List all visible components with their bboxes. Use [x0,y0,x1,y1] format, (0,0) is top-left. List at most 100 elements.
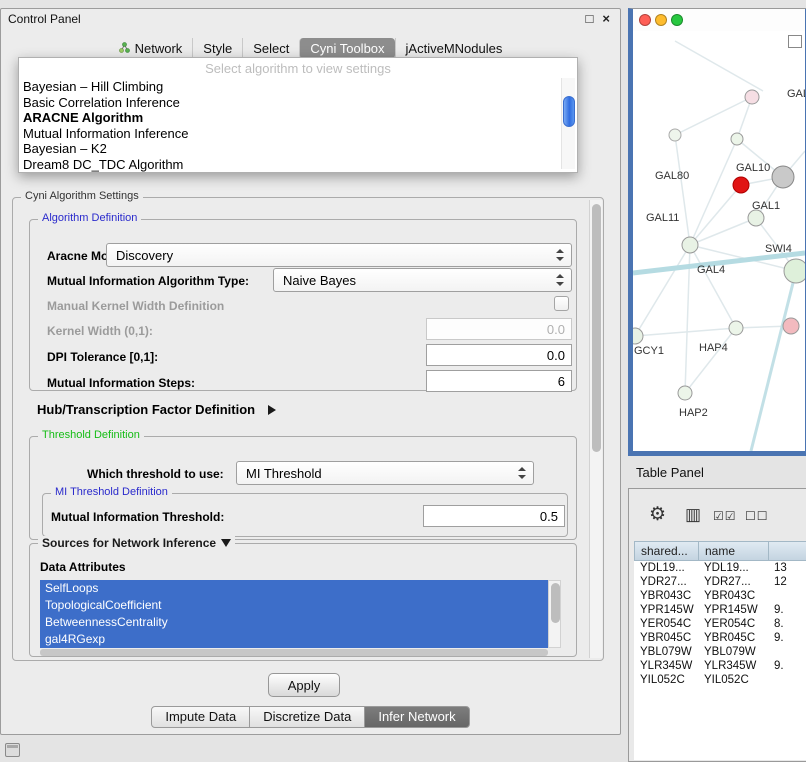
float-window-icon[interactable]: □ [586,11,594,26]
network-window-titlebar[interactable] [633,9,805,31]
top-tab-bar: NetworkStyleSelectCyni Toolbox jActiveMNo… [1,37,620,59]
network-node-label: GAL11 [646,212,679,224]
table-row[interactable]: YDL19...YDL19...13 [634,561,806,575]
kernel-width-field[interactable]: 0.0 [426,318,572,340]
algorithm-option-aracne-algorithm[interactable]: ARACNE Algorithm [23,110,557,126]
settings-scrollbar[interactable] [589,200,602,658]
network-node[interactable] [748,210,764,226]
network-canvas[interactable]: GAL80GAL10GAL11GAL1SWI4GAL4GCY1HAP4HAP2G… [633,31,805,451]
network-node[interactable] [633,328,643,344]
aracne-mode-combobox[interactable]: Discovery [106,243,572,267]
algorithm-option-mutual-information-inference[interactable]: Mutual Information Inference [23,126,557,142]
table-cell: 9. [768,603,806,617]
select-all-rows-icon[interactable]: ☑☑ [713,509,737,523]
mi-threshold-label: Mutual Information Threshold: [51,510,224,524]
table-cell: YER054C [634,617,698,631]
data-attribute-item-betweennesscentrality[interactable]: BetweennessCentrality [40,614,548,631]
network-node[interactable] [783,318,799,334]
table-header-shared[interactable]: shared... [635,542,699,560]
bottom-tab-infer-network[interactable]: Infer Network [364,706,469,728]
tab-cyni-toolbox[interactable]: Cyni Toolbox [299,38,394,59]
popup-scrollbar[interactable] [561,78,575,169]
algorithm-option-bayesian-k2[interactable]: Bayesian – K2 [23,141,557,157]
network-node[interactable] [745,90,759,104]
which-threshold-label: Which threshold to use: [87,467,224,481]
table-header-col2[interactable] [769,542,806,560]
close-icon[interactable]: × [602,11,610,26]
table-panel-title: Table Panel [628,461,806,485]
bottom-tab-impute-data[interactable]: Impute Data [151,706,250,728]
table-row[interactable]: YBR045CYBR045C9. [634,631,806,645]
which-threshold-combobox[interactable]: MI Threshold [236,461,534,485]
attributes-horizontal-scrollbar[interactable] [40,649,548,656]
network-node-label: HAP2 [679,407,708,419]
tab-label: jActiveMNodules [406,41,503,56]
bottom-tab-bar: Impute DataDiscretize DataInfer Network [1,706,620,728]
table-row[interactable]: YIL052CYIL052C [634,673,806,687]
network-node[interactable] [682,237,698,253]
network-node[interactable] [678,386,692,400]
birdseye-view-box[interactable] [788,35,802,48]
attributes-list-scrollbar[interactable] [548,580,561,648]
table-row[interactable]: YLR345WYLR345W9. [634,659,806,673]
network-canvas-holder[interactable]: GAL80GAL10GAL11GAL1SWI4GAL4GCY1HAP4HAP2G… [633,31,805,451]
tab-jactivemnodules[interactable]: jActiveMNodules [395,38,513,59]
traffic-lights [639,14,683,26]
deselect-all-rows-icon[interactable]: ☐☐ [745,509,769,523]
bottom-tab-discretize-data[interactable]: Discretize Data [249,706,365,728]
data-attributes-list[interactable]: SelfLoopsTopologicalCoefficientBetweenne… [40,580,548,648]
settings-scrollbar-thumb[interactable] [592,204,601,452]
network-node[interactable] [772,166,794,188]
table-cell: YDL19... [698,561,768,575]
columns-icon[interactable]: ▥ [685,505,701,525]
table-cell: YDL19... [634,561,698,575]
panel-restore-icon[interactable] [5,743,20,757]
dpi-tolerance-field[interactable]: 0.0 [426,344,572,366]
sources-legend[interactable]: Sources for Network Inference [38,536,235,550]
popup-scrollbar-thumb[interactable] [563,96,575,127]
network-node[interactable] [733,177,749,193]
algorithm-option-bayesian-hill-climbing[interactable]: Bayesian – Hill Climbing [23,79,557,95]
combo-arrows-icon [556,249,565,261]
network-node-label: HAP4 [699,342,728,354]
tab-select[interactable]: Select [242,38,299,59]
hub-definition-toggle[interactable]: Hub/Transcription Factor Definition [37,401,276,419]
data-attribute-item-selfloops[interactable]: SelfLoops [40,580,548,597]
manual-kernel-checkbox[interactable] [554,296,569,311]
close-light-icon[interactable] [639,14,651,26]
zoom-light-icon[interactable] [671,14,683,26]
algorithm-option-basic-correlation-inference[interactable]: Basic Correlation Inference [23,95,557,111]
table-row[interactable]: YDR27...YDR27...12 [634,575,806,589]
network-node[interactable] [731,133,743,145]
sources-legend-text: Sources for Network Inference [42,536,216,550]
network-node[interactable] [729,321,743,335]
data-attribute-item-gal4rgexp[interactable]: gal4RGexp [40,631,548,648]
network-edge [685,328,736,393]
apply-button[interactable]: Apply [268,673,340,697]
minimize-light-icon[interactable] [655,14,667,26]
table-row[interactable]: YBL079WYBL079W [634,645,806,659]
gear-icon[interactable]: ⚙ [649,503,666,526]
network-node[interactable] [669,129,681,141]
table-row[interactable]: YBR043CYBR043C [634,589,806,603]
mi-steps-field[interactable]: 6 [426,370,572,392]
table-header-name[interactable]: name [699,542,769,560]
algorithm-option-dream8-dc-tdc-algorithm[interactable]: Dream8 DC_TDC Algorithm [23,157,557,173]
hub-definition-label: Hub/Transcription Factor Definition [37,402,255,417]
attributes-scrollbar-thumb[interactable] [551,583,560,623]
table-cell: YBR045C [698,631,768,645]
table-row[interactable]: YPR145WYPR145W9. [634,603,806,617]
window-buttons: □ × [586,11,610,26]
mi-threshold-field[interactable]: 0.5 [423,505,565,527]
mi-threshold-value: 0.5 [540,509,558,524]
mi-type-combobox[interactable]: Naive Bayes [273,268,572,292]
network-node[interactable] [784,259,805,283]
threshold-definition-group: Threshold Definition Which threshold to … [29,436,577,540]
data-attribute-item-topologicalcoefficient[interactable]: TopologicalCoefficient [40,597,548,614]
table-cell: YLR345W [698,659,768,673]
table-row[interactable]: YER054CYER054C8. [634,617,806,631]
tab-style[interactable]: Style [192,38,242,59]
data-attributes-label: Data Attributes [40,560,126,574]
tab-network[interactable]: Network [109,38,193,59]
mi-steps-value: 6 [558,374,565,389]
